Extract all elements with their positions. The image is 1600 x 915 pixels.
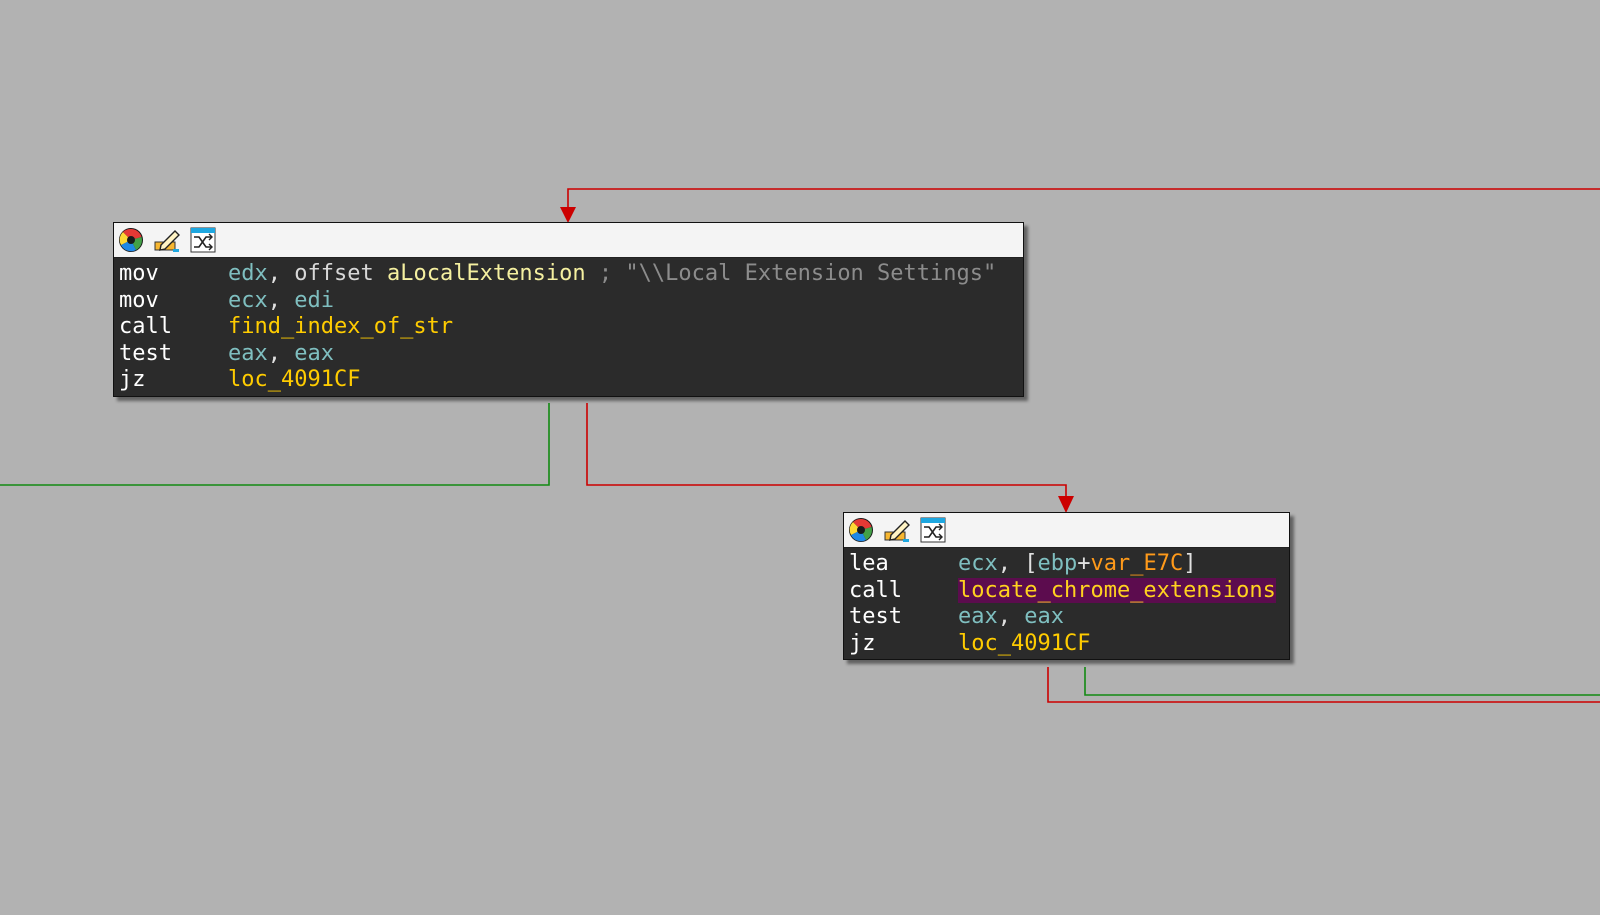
operand-string-name[interactable]: aLocalExtension <box>387 261 586 286</box>
operand-register[interactable]: eax <box>228 341 268 366</box>
edge-false-block2[interactable] <box>1047 667 1600 703</box>
jump-target-label[interactable]: loc_4091CF <box>228 367 360 392</box>
operand-separator: , <box>267 261 295 286</box>
instruction-line[interactable]: mov edx, offset aLocalExtension ; "\\Loca… <box>114 261 1023 288</box>
instruction-line[interactable]: jz loc_4091CF <box>114 367 1023 394</box>
operand-register[interactable]: edx <box>228 261 268 286</box>
edge-arrowhead-block1 <box>560 207 576 223</box>
operand-register[interactable]: ecx <box>958 551 998 576</box>
edit-pencil-icon[interactable] <box>883 516 911 544</box>
string-comment: ; "\\Local Extension Settings" <box>585 261 997 286</box>
block-2-header <box>844 513 1289 548</box>
edge-arrowhead-block2 <box>1058 496 1074 513</box>
plus-sign: + <box>1077 551 1091 576</box>
jump-target-label[interactable]: loc_4091CF <box>958 631 1090 656</box>
operand-separator: , <box>997 604 1025 629</box>
instruction-line[interactable]: test eax, eax <box>114 341 1023 368</box>
mnemonic: mov <box>119 261 159 286</box>
bracket-open: [ <box>1024 551 1038 576</box>
graph-edges <box>0 188 1600 703</box>
instruction-line[interactable]: call locate_chrome_extensions <box>844 577 1289 605</box>
edit-pencil-icon[interactable] <box>153 226 181 254</box>
operand-register[interactable]: eax <box>294 341 334 366</box>
operand-separator: , <box>267 287 295 313</box>
mnemonic: call <box>119 314 172 339</box>
mnemonic: test <box>119 340 172 366</box>
stack-variable[interactable]: var_E7C <box>1091 551 1184 576</box>
operand-register[interactable]: eax <box>958 604 998 629</box>
color-wheel-icon[interactable] <box>117 226 145 254</box>
operand-separator: , <box>997 551 1025 576</box>
operand-register[interactable]: eax <box>1024 604 1064 629</box>
block-2-code: lea ecx, [ebp+var_E7C] call locate_chrome_… <box>844 548 1289 659</box>
offset-keyword: offset <box>294 261 387 286</box>
code-block-1[interactable]: mov edx, offset aLocalExtension ; "\\Loca… <box>113 222 1024 397</box>
mnemonic: lea <box>849 551 889 576</box>
code-block-2[interactable]: lea ecx, [ebp+var_E7C] call locate_chrome_… <box>843 512 1290 660</box>
instruction-line[interactable]: mov ecx, edi <box>114 288 1023 315</box>
mnemonic: test <box>849 604 902 629</box>
mnemonic: jz <box>119 367 146 392</box>
block-1-code: mov edx, offset aLocalExtension ; "\\Loca… <box>114 258 1023 396</box>
call-target-function-highlighted[interactable]: locate_chrome_extensions <box>958 577 1276 603</box>
instruction-line[interactable]: call find_index_of_str <box>114 314 1023 341</box>
bracket-close: ] <box>1183 551 1197 576</box>
operand-separator: , <box>267 340 295 366</box>
operand-register[interactable]: ecx <box>228 288 268 313</box>
edge-true-block2[interactable] <box>1084 667 1600 696</box>
instruction-line[interactable]: lea ecx, [ebp+var_E7C] <box>844 551 1289 578</box>
mnemonic: call <box>849 577 902 603</box>
instruction-line[interactable]: jz loc_4091CF <box>844 631 1289 658</box>
edge-true-block1[interactable] <box>0 403 550 486</box>
color-wheel-icon[interactable] <box>847 516 875 544</box>
graph-shuffle-icon[interactable] <box>189 226 217 254</box>
call-target-function[interactable]: find_index_of_str <box>228 314 453 339</box>
operand-base-register[interactable]: ebp <box>1038 551 1078 576</box>
block-1-header <box>114 223 1023 258</box>
edge-false-block1-to-block2[interactable] <box>586 403 1067 500</box>
mnemonic: jz <box>849 630 876 656</box>
edge-into-block1[interactable] <box>567 188 1600 212</box>
graph-shuffle-icon[interactable] <box>919 516 947 544</box>
instruction-line[interactable]: test eax, eax <box>844 604 1289 631</box>
operand-register[interactable]: edi <box>294 288 334 313</box>
mnemonic: mov <box>119 287 159 313</box>
